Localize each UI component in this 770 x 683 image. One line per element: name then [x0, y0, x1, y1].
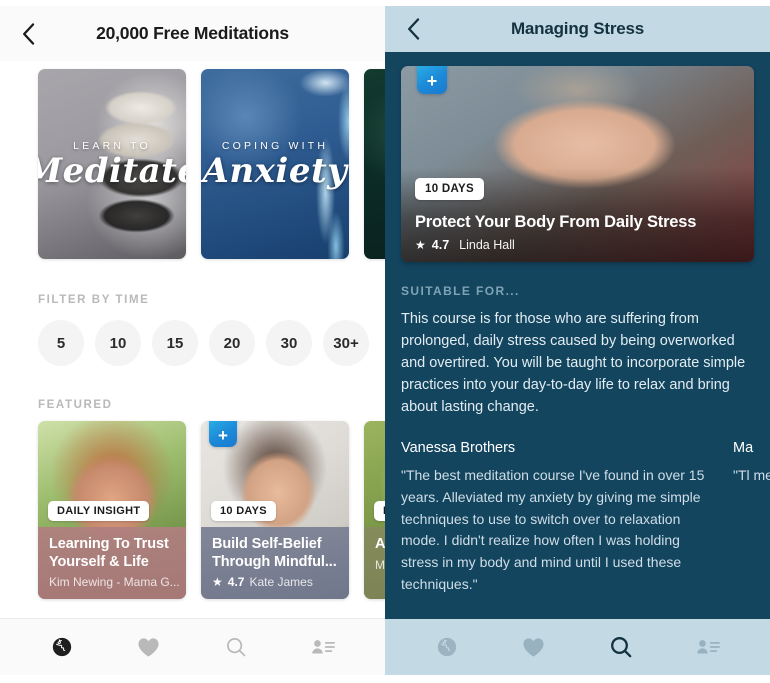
star-icon: ★ [415, 238, 426, 252]
time-chip-30plus[interactable]: 30+ [323, 320, 369, 366]
hero-meta: ★ 4.7 Linda Hall [415, 238, 742, 252]
card-title: Build Self-Belief Through Mindful... [212, 536, 337, 570]
featured-carousel[interactable]: DAILY INSIGHT Learning To Trust Yourself… [0, 411, 385, 599]
category-card-meditate[interactable]: LEARN TO Meditate [38, 69, 186, 259]
hero-duration-badge: 10 DAYS [415, 178, 484, 200]
right-bottom-nav[interactable] [385, 619, 770, 675]
left-bottom-nav[interactable] [0, 618, 385, 675]
left-phone-screen: 20,000 Free Meditations LEARN TO Meditat… [0, 0, 385, 683]
testimonial-item: Vanessa Brothers "The best meditation co… [401, 440, 711, 595]
nav-heart-icon[interactable] [511, 628, 557, 666]
featured-card-learning-to-trust[interactable]: DAILY INSIGHT Learning To Trust Yourself… [38, 421, 186, 599]
card-badge: DAILY INSIGHT [48, 501, 150, 521]
card-rating: 4.7 [227, 575, 245, 590]
plus-label: + [426, 71, 438, 91]
featured-card-build-self-belief[interactable]: + 10 DAYS Build Self-Belief Through Mind… [201, 421, 349, 599]
back-chevron-icon[interactable] [14, 22, 42, 45]
time-chip-10[interactable]: 10 [95, 320, 141, 366]
category-title: Meditate [38, 151, 186, 191]
back-chevron-icon[interactable] [399, 18, 427, 40]
testimonial-item: Ma "Tl me rel exp fol hig [733, 440, 770, 595]
card-overlay: Build Self-Belief Through Mindful... ★ 4… [201, 527, 349, 599]
featured-section-label: FEATURED [38, 399, 113, 411]
nav-globe-icon[interactable] [39, 628, 85, 666]
featured-card-partial[interactable]: DA Aw Bal Mat [364, 421, 385, 599]
star-icon: ★ [212, 575, 223, 590]
time-chip-5[interactable]: 5 [38, 320, 84, 366]
time-chip-30[interactable]: 30 [266, 320, 312, 366]
hero-author: Linda Hall [459, 238, 515, 252]
time-chip-15[interactable]: 15 [152, 320, 198, 366]
card-title: Learning To Trust Yourself & Life [49, 536, 169, 570]
nav-globe-icon[interactable] [424, 628, 470, 666]
hero-title: Protect Your Body From Daily Stress [415, 213, 697, 232]
nav-heart-icon[interactable] [126, 628, 172, 666]
suitable-for-label: SUITABLE FOR... [401, 284, 520, 298]
left-header-bar: 20,000 Free Meditations [0, 6, 385, 61]
time-filter-chips[interactable]: 5 10 15 20 30 30+ [0, 306, 385, 366]
plus-badge-icon[interactable]: + [209, 421, 237, 447]
testimonial-author: Vanessa Brothers [401, 440, 516, 457]
right-header-bar: Managing Stress [385, 6, 770, 52]
card-author: Mat [375, 557, 385, 572]
testimonial-text: "Tl me rel exp fol hig [733, 467, 770, 484]
nav-contact-list-icon[interactable] [300, 628, 346, 666]
dual-phone-screenshot: 20,000 Free Meditations LEARN TO Meditat… [0, 0, 770, 683]
card-meta: ★ 4.7 Kate James [212, 575, 338, 589]
testimonial-text: "The best meditation course I've found i… [401, 467, 705, 592]
card-badge: DA [374, 501, 385, 521]
card-title: Aw Bal [375, 536, 385, 552]
plus-badge-icon[interactable]: + [417, 66, 447, 94]
hero-text-block: Protect Your Body From Daily Stress ★ 4.… [415, 213, 742, 252]
right-content-area: + 10 DAYS Protect Your Body From Daily S… [385, 52, 770, 619]
page-title: 20,000 Free Meditations [96, 23, 289, 43]
course-description: This course is for those who are sufferi… [401, 311, 746, 416]
right-phone-screen: Managing Stress + 10 DAYS Protect Your B… [385, 0, 770, 683]
page-title: Managing Stress [510, 19, 645, 38]
testimonial-author: Ma [733, 440, 754, 457]
hero-rating: 4.7 [431, 238, 450, 252]
card-author: Kim Newing - Mama G... [49, 575, 180, 590]
left-content-area: LEARN TO Meditate COPING WITH Anxiety FI… [0, 61, 385, 618]
nav-search-icon[interactable] [598, 628, 644, 666]
card-author: Kate James [249, 575, 313, 590]
category-carousel[interactable]: LEARN TO Meditate COPING WITH Anxiety [0, 61, 385, 259]
nav-contact-list-icon[interactable] [685, 628, 731, 666]
card-overlay: Aw Bal Mat [364, 527, 385, 599]
category-card-partial[interactable] [364, 69, 385, 259]
category-card-anxiety[interactable]: COPING WITH Anxiety [201, 69, 349, 259]
card-overlay: Learning To Trust Yourself & Life Kim Ne… [38, 527, 186, 599]
testimonials-carousel[interactable]: Vanessa Brothers "The best meditation co… [401, 440, 770, 595]
nav-search-icon[interactable] [213, 628, 259, 666]
card-badge: 10 DAYS [211, 501, 276, 521]
filter-section-label: FILTER BY TIME [38, 294, 150, 306]
hero-course-card[interactable]: + 10 DAYS Protect Your Body From Daily S… [401, 66, 754, 262]
time-chip-20[interactable]: 20 [209, 320, 255, 366]
category-title: Anxiety [202, 151, 348, 191]
